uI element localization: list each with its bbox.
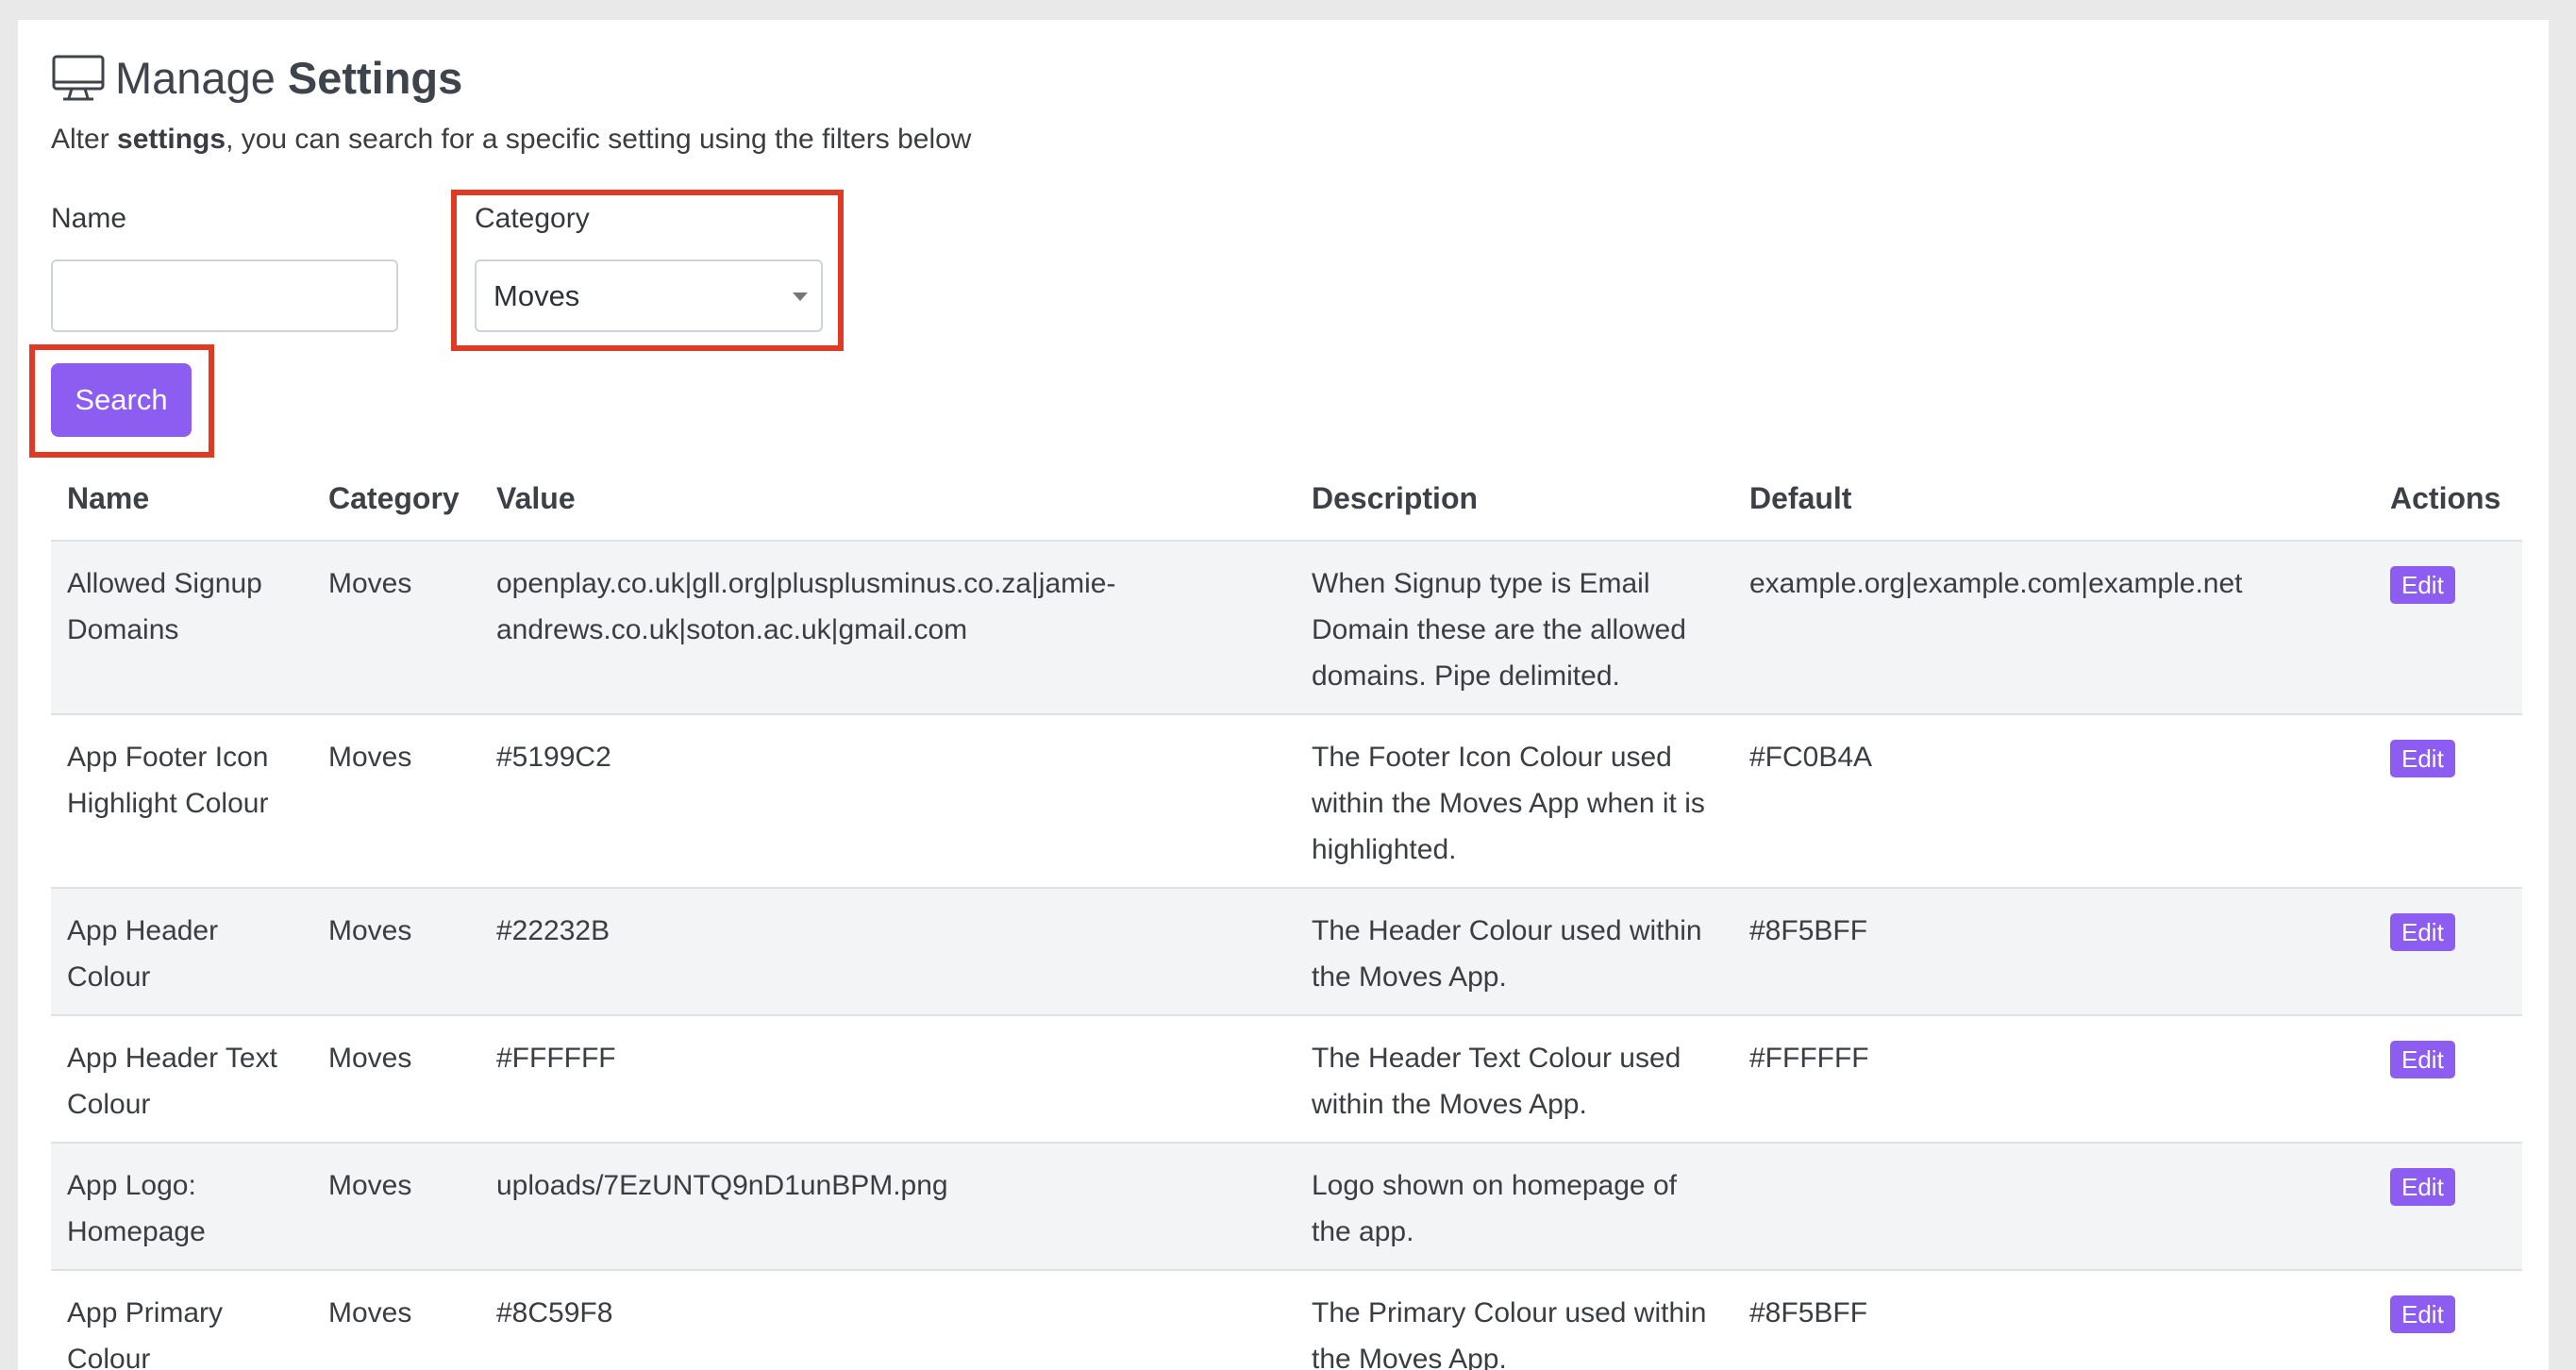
edit-button[interactable]: Edit: [2390, 740, 2455, 777]
monitor-icon: [52, 55, 105, 100]
cell-category: Moves: [312, 540, 480, 714]
cell-value: #8C59F8: [480, 1269, 1296, 1370]
table-row: App Header Text Colour Moves #FFFFFF The…: [51, 1014, 2522, 1143]
edit-button[interactable]: Edit: [2390, 913, 2455, 951]
cell-description: The Primary Colour used within the Moves…: [1296, 1269, 1733, 1370]
table-row: Allowed Signup Domains Moves openplay.co…: [51, 540, 2522, 714]
name-filter-label: Name: [51, 203, 127, 234]
cell-actions: Edit: [2374, 1142, 2522, 1270]
column-header-description: Description: [1296, 457, 1733, 542]
settings-panel: Manage Settings Alter settings, you can …: [18, 20, 2549, 1370]
cell-category: Moves: [312, 1014, 480, 1143]
cell-actions: Edit: [2374, 540, 2522, 714]
cell-description: Logo shown on homepage of the app.: [1296, 1142, 1733, 1270]
cell-default: example.org|example.com|example.net: [1733, 540, 2374, 714]
cell-actions: Edit: [2374, 713, 2522, 888]
cell-description: The Header Text Colour used within the M…: [1296, 1014, 1733, 1143]
cell-category: Moves: [312, 887, 480, 1015]
table-row: App Primary Colour Moves #8C59F8 The Pri…: [51, 1269, 2522, 1370]
table-row: App Header Colour Moves #22232B The Head…: [51, 887, 2522, 1015]
cell-category: Moves: [312, 1269, 480, 1370]
cell-value: #5199C2: [480, 713, 1296, 888]
edit-button[interactable]: Edit: [2390, 1168, 2455, 1206]
title-prefix: Manage: [115, 53, 276, 103]
column-header-category: Category: [312, 457, 480, 542]
category-filter-label: Category: [475, 203, 590, 234]
category-filter-select[interactable]: Moves: [475, 259, 823, 332]
chevron-down-icon: [793, 292, 808, 301]
edit-button[interactable]: Edit: [2390, 1295, 2455, 1333]
cell-default: #8F5BFF: [1733, 887, 2374, 1015]
cell-description: When Signup type is Email Domain these a…: [1296, 540, 1733, 714]
cell-description: The Header Colour used within the Moves …: [1296, 887, 1733, 1015]
settings-table: Name Category Value Description Default …: [51, 457, 2522, 1370]
page-title: Manage Settings: [51, 52, 462, 104]
cell-value: #22232B: [480, 887, 1296, 1015]
cell-actions: Edit: [2374, 1014, 2522, 1143]
cell-name: App Logo: Homepage: [51, 1142, 312, 1270]
cell-default: #FFFFFF: [1733, 1014, 2374, 1143]
subtitle-post: , you can search for a specific setting …: [226, 124, 972, 155]
cell-default: #FC0B4A: [1733, 713, 2374, 888]
cell-name: Allowed Signup Domains: [51, 540, 312, 714]
column-header-name: Name: [51, 457, 312, 542]
page-subtitle: Alter settings, you can search for a spe…: [51, 124, 971, 156]
subtitle-strong: settings: [117, 124, 226, 155]
column-header-value: Value: [480, 457, 1296, 542]
cell-default: #8F5BFF: [1733, 1269, 2374, 1370]
table-header-row: Name Category Value Description Default …: [51, 457, 2522, 542]
cell-actions: Edit: [2374, 887, 2522, 1015]
cell-value: openplay.co.uk|gll.org|plusplusminus.co.…: [480, 540, 1296, 714]
cell-category: Moves: [312, 1142, 480, 1270]
cell-value: #FFFFFF: [480, 1014, 1296, 1143]
column-header-default: Default: [1733, 457, 2374, 542]
cell-default: [1733, 1142, 2374, 1270]
cell-value: uploads/7EzUNTQ9nD1unBPM.png: [480, 1142, 1296, 1270]
cell-description: The Footer Icon Colour used within the M…: [1296, 713, 1733, 888]
edit-button[interactable]: Edit: [2390, 566, 2455, 604]
category-selected-value: Moves: [493, 278, 580, 312]
cell-name: App Header Colour: [51, 887, 312, 1015]
column-header-actions: Actions: [2374, 457, 2522, 542]
cell-category: Moves: [312, 713, 480, 888]
edit-button[interactable]: Edit: [2390, 1041, 2455, 1078]
cell-name: App Footer Icon Highlight Colour: [51, 713, 312, 888]
subtitle-pre: Alter: [51, 124, 118, 155]
title-strong: Settings: [287, 53, 463, 103]
name-filter-input[interactable]: [51, 259, 398, 332]
cell-name: App Primary Colour: [51, 1269, 312, 1370]
search-button[interactable]: Search: [51, 363, 192, 437]
cell-name: App Header Text Colour: [51, 1014, 312, 1143]
table-row: App Footer Icon Highlight Colour Moves #…: [51, 713, 2522, 888]
cell-actions: Edit: [2374, 1269, 2522, 1370]
table-row: App Logo: Homepage Moves uploads/7EzUNTQ…: [51, 1142, 2522, 1270]
